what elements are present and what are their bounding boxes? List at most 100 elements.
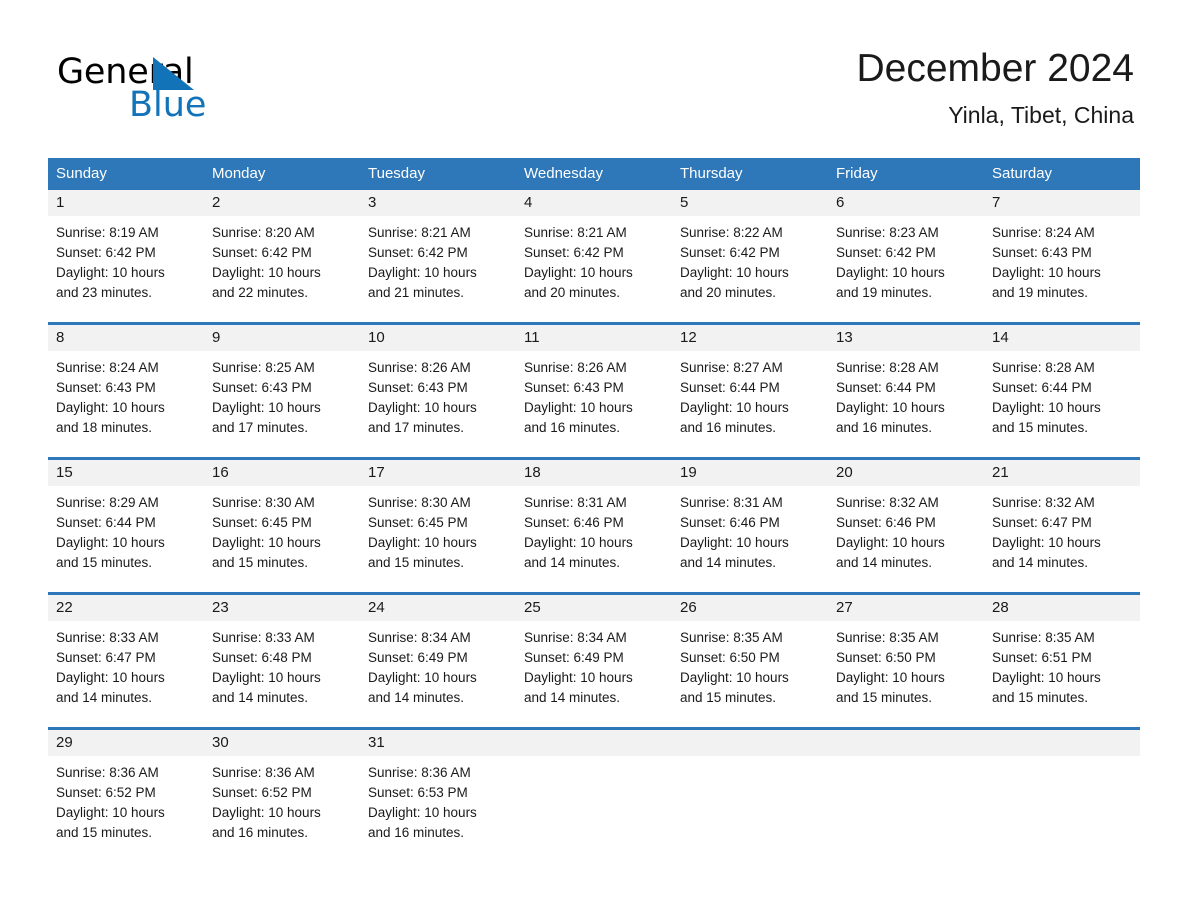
title-block: December 2024 Yinla, Tibet, China: [857, 45, 1135, 129]
sunset-text: Sunset: 6:52 PM: [56, 785, 156, 800]
day-cell[interactable]: 8 Sunrise: 8:24 AM Sunset: 6:43 PM Daylight…: [48, 322, 204, 459]
day-number: 20: [828, 460, 984, 486]
daylight-text-line2: and 14 minutes.: [680, 555, 777, 570]
day-cell-empty: [828, 727, 984, 862]
day-cell[interactable]: 30 Sunrise: 8:36 AM Sunset: 6:52 PM Dayligh…: [204, 727, 360, 862]
day-cell[interactable]: 24 Sunrise: 8:34 AM Sunset: 6:49 PM Dayligh…: [360, 592, 516, 729]
day-cell[interactable]: 23 Sunrise: 8:33 AM Sunset: 6:48 PM Dayligh…: [204, 592, 360, 729]
sunset-text: Sunset: 6:43 PM: [992, 245, 1092, 260]
daylight-text-line2: and 23 minutes.: [56, 285, 153, 300]
day-number: 24: [360, 595, 516, 621]
day-cell[interactable]: 27 Sunrise: 8:35 AM Sunset: 6:50 PM Dayligh…: [828, 592, 984, 729]
day-number: 18: [516, 460, 672, 486]
sunrise-text: Sunrise: 8:30 AM: [212, 495, 315, 510]
day-cell[interactable]: 10 Sunrise: 8:26 AM Sunset: 6:43 PM Dayligh…: [360, 322, 516, 459]
day-cell[interactable]: 7 Sunrise: 8:24 AM Sunset: 6:43 PM Daylight…: [984, 190, 1140, 324]
day-number: 12: [672, 325, 828, 351]
sunset-text: Sunset: 6:43 PM: [368, 380, 468, 395]
day-cell-empty: [516, 727, 672, 862]
day-cell[interactable]: 3 Sunrise: 8:21 AM Sunset: 6:42 PM Daylight…: [360, 190, 516, 324]
day-cell[interactable]: 20 Sunrise: 8:32 AM Sunset: 6:46 PM Dayligh…: [828, 457, 984, 594]
daylight-text-line2: and 15 minutes.: [56, 825, 153, 840]
day-number: 31: [360, 730, 516, 756]
day-cell[interactable]: 15 Sunrise: 8:29 AM Sunset: 6:44 PM Dayligh…: [48, 457, 204, 594]
calendar-body: 1 Sunrise: 8:19 AM Sunset: 6:42 PM Daylight…: [48, 190, 1140, 862]
day-cell[interactable]: 29 Sunrise: 8:36 AM Sunset: 6:52 PM Dayligh…: [48, 727, 204, 862]
day-cell[interactable]: 21 Sunrise: 8:32 AM Sunset: 6:47 PM Dayligh…: [984, 457, 1140, 594]
daylight-text-line1: Daylight: 10 hours: [836, 400, 945, 415]
daylight-text-line1: Daylight: 10 hours: [212, 805, 321, 820]
sunrise-text: Sunrise: 8:23 AM: [836, 225, 939, 240]
daylight-text-line2: and 18 minutes.: [56, 420, 153, 435]
sunrise-text: Sunrise: 8:34 AM: [368, 630, 471, 645]
weekday-header-tuesday: Tuesday: [360, 158, 516, 190]
daylight-text-line1: Daylight: 10 hours: [680, 400, 789, 415]
week-row: 8 Sunrise: 8:24 AM Sunset: 6:43 PM Daylight…: [48, 322, 1140, 459]
daylight-text-line1: Daylight: 10 hours: [992, 265, 1101, 280]
weekday-header-thursday: Thursday: [672, 158, 828, 190]
day-number: 30: [204, 730, 360, 756]
day-cell[interactable]: 9 Sunrise: 8:25 AM Sunset: 6:43 PM Daylight…: [204, 322, 360, 459]
day-number: 10: [360, 325, 516, 351]
sunrise-text: Sunrise: 8:24 AM: [56, 360, 159, 375]
day-number: 27: [828, 595, 984, 621]
sunset-text: Sunset: 6:42 PM: [56, 245, 156, 260]
day-cell[interactable]: 14 Sunrise: 8:28 AM Sunset: 6:44 PM Dayligh…: [984, 322, 1140, 459]
sunrise-text: Sunrise: 8:28 AM: [836, 360, 939, 375]
day-number: 22: [48, 595, 204, 621]
sunset-text: Sunset: 6:48 PM: [212, 650, 312, 665]
weekday-header-wednesday: Wednesday: [516, 158, 672, 190]
day-cell[interactable]: 6 Sunrise: 8:23 AM Sunset: 6:42 PM Daylight…: [828, 190, 984, 324]
day-number: [828, 730, 984, 756]
day-cell[interactable]: 26 Sunrise: 8:35 AM Sunset: 6:50 PM Dayligh…: [672, 592, 828, 729]
sunrise-text: Sunrise: 8:32 AM: [836, 495, 939, 510]
daylight-text-line2: and 16 minutes.: [524, 420, 621, 435]
sunset-text: Sunset: 6:49 PM: [524, 650, 624, 665]
day-number: [516, 730, 672, 756]
daylight-text-line1: Daylight: 10 hours: [524, 400, 633, 415]
day-cell[interactable]: 25 Sunrise: 8:34 AM Sunset: 6:49 PM Dayligh…: [516, 592, 672, 729]
daylight-text-line2: and 19 minutes.: [992, 285, 1089, 300]
day-cell-empty: [672, 727, 828, 862]
day-cell[interactable]: 2 Sunrise: 8:20 AM Sunset: 6:42 PM Daylight…: [204, 190, 360, 324]
day-cell[interactable]: 31 Sunrise: 8:36 AM Sunset: 6:53 PM Dayligh…: [360, 727, 516, 862]
sunset-text: Sunset: 6:45 PM: [212, 515, 312, 530]
sunrise-text: Sunrise: 8:31 AM: [524, 495, 627, 510]
sunrise-text: Sunrise: 8:26 AM: [368, 360, 471, 375]
day-cell[interactable]: 4 Sunrise: 8:21 AM Sunset: 6:42 PM Daylight…: [516, 190, 672, 324]
day-cell[interactable]: 28 Sunrise: 8:35 AM Sunset: 6:51 PM Dayligh…: [984, 592, 1140, 729]
day-cell[interactable]: 16 Sunrise: 8:30 AM Sunset: 6:45 PM Dayligh…: [204, 457, 360, 594]
sunrise-text: Sunrise: 8:20 AM: [212, 225, 315, 240]
sunset-text: Sunset: 6:42 PM: [680, 245, 780, 260]
sunrise-text: Sunrise: 8:31 AM: [680, 495, 783, 510]
daylight-text-line2: and 15 minutes.: [992, 420, 1089, 435]
sunrise-text: Sunrise: 8:29 AM: [56, 495, 159, 510]
sunrise-text: Sunrise: 8:28 AM: [992, 360, 1095, 375]
sunrise-text: Sunrise: 8:34 AM: [524, 630, 627, 645]
daylight-text-line2: and 15 minutes.: [368, 555, 465, 570]
sunset-text: Sunset: 6:42 PM: [212, 245, 312, 260]
generalblue-logo[interactable]: General Blue: [57, 52, 317, 132]
day-number: 29: [48, 730, 204, 756]
day-cell[interactable]: 17 Sunrise: 8:30 AM Sunset: 6:45 PM Dayligh…: [360, 457, 516, 594]
day-number: 8: [48, 325, 204, 351]
week-row: 22 Sunrise: 8:33 AM Sunset: 6:47 PM Dayligh…: [48, 592, 1140, 729]
sunset-text: Sunset: 6:44 PM: [680, 380, 780, 395]
page-title: December 2024: [856, 47, 1135, 90]
daylight-text-line2: and 15 minutes.: [992, 690, 1089, 705]
day-cell[interactable]: 5 Sunrise: 8:22 AM Sunset: 6:42 PM Daylight…: [672, 190, 828, 324]
sunrise-text: Sunrise: 8:26 AM: [524, 360, 627, 375]
sunset-text: Sunset: 6:44 PM: [56, 515, 156, 530]
day-cell[interactable]: 1 Sunrise: 8:19 AM Sunset: 6:42 PM Daylight…: [48, 190, 204, 324]
daylight-text-line1: Daylight: 10 hours: [836, 535, 945, 550]
day-cell[interactable]: 12 Sunrise: 8:27 AM Sunset: 6:44 PM Dayligh…: [672, 322, 828, 459]
week-row: 29 Sunrise: 8:36 AM Sunset: 6:52 PM Dayligh…: [48, 727, 1140, 862]
day-cell[interactable]: 22 Sunrise: 8:33 AM Sunset: 6:47 PM Dayligh…: [48, 592, 204, 729]
day-cell[interactable]: 19 Sunrise: 8:31 AM Sunset: 6:46 PM Dayligh…: [672, 457, 828, 594]
weekday-header-row: Sunday Monday Tuesday Wednesday Thursday…: [48, 158, 1140, 190]
sunrise-text: Sunrise: 8:22 AM: [680, 225, 783, 240]
day-cell[interactable]: 13 Sunrise: 8:28 AM Sunset: 6:44 PM Dayligh…: [828, 322, 984, 459]
day-cell[interactable]: 18 Sunrise: 8:31 AM Sunset: 6:46 PM Dayligh…: [516, 457, 672, 594]
sunrise-text: Sunrise: 8:35 AM: [836, 630, 939, 645]
day-cell[interactable]: 11 Sunrise: 8:26 AM Sunset: 6:43 PM Dayligh…: [516, 322, 672, 459]
